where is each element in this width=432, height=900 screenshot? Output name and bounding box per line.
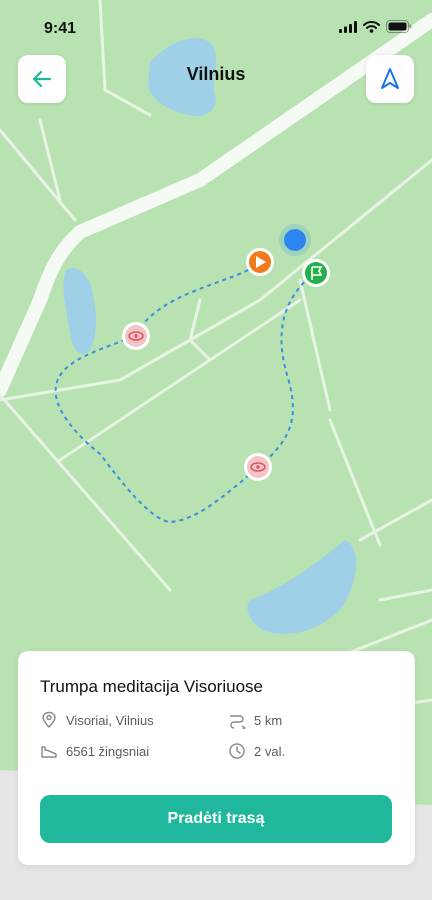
route-distance-icon <box>230 715 246 729</box>
route-distance-text: 5 km <box>254 712 283 728</box>
viewpoint-marker[interactable] <box>122 322 150 350</box>
status-bar: 9:41 <box>0 0 432 56</box>
navigate-button[interactable] <box>366 55 414 103</box>
clock-icon <box>229 743 245 759</box>
route-location: Visoriai, Vilnius <box>40 711 154 729</box>
route-steps: 6561 žingsniai <box>40 742 149 760</box>
status-time: 9:41 <box>44 20 77 37</box>
route-duration: 2 val. <box>228 742 285 760</box>
route-location-text: Visoriai, Vilnius <box>66 712 154 728</box>
signal-icon <box>339 20 357 33</box>
finish-marker[interactable] <box>302 259 330 287</box>
route-distance: 5 km <box>228 711 282 729</box>
wifi-icon <box>363 20 380 33</box>
route-card: Trumpa meditacija Visoriuose Visoriai, V… <box>18 651 415 865</box>
battery-icon <box>386 20 412 33</box>
location-pin-icon <box>42 711 56 728</box>
route-steps-text: 6561 žingsniai <box>66 743 150 759</box>
shoe-icon <box>41 746 57 758</box>
route-duration-text: 2 val. <box>254 743 286 759</box>
start-marker[interactable] <box>246 248 274 276</box>
viewpoint-marker[interactable] <box>244 453 272 481</box>
navigation-arrow-icon <box>381 68 399 89</box>
status-icons <box>339 20 412 33</box>
current-location-marker <box>279 224 311 256</box>
start-route-button[interactable]: Pradėti trasą <box>40 795 392 843</box>
route-title: Trumpa meditacija Visoriuose <box>40 677 263 696</box>
